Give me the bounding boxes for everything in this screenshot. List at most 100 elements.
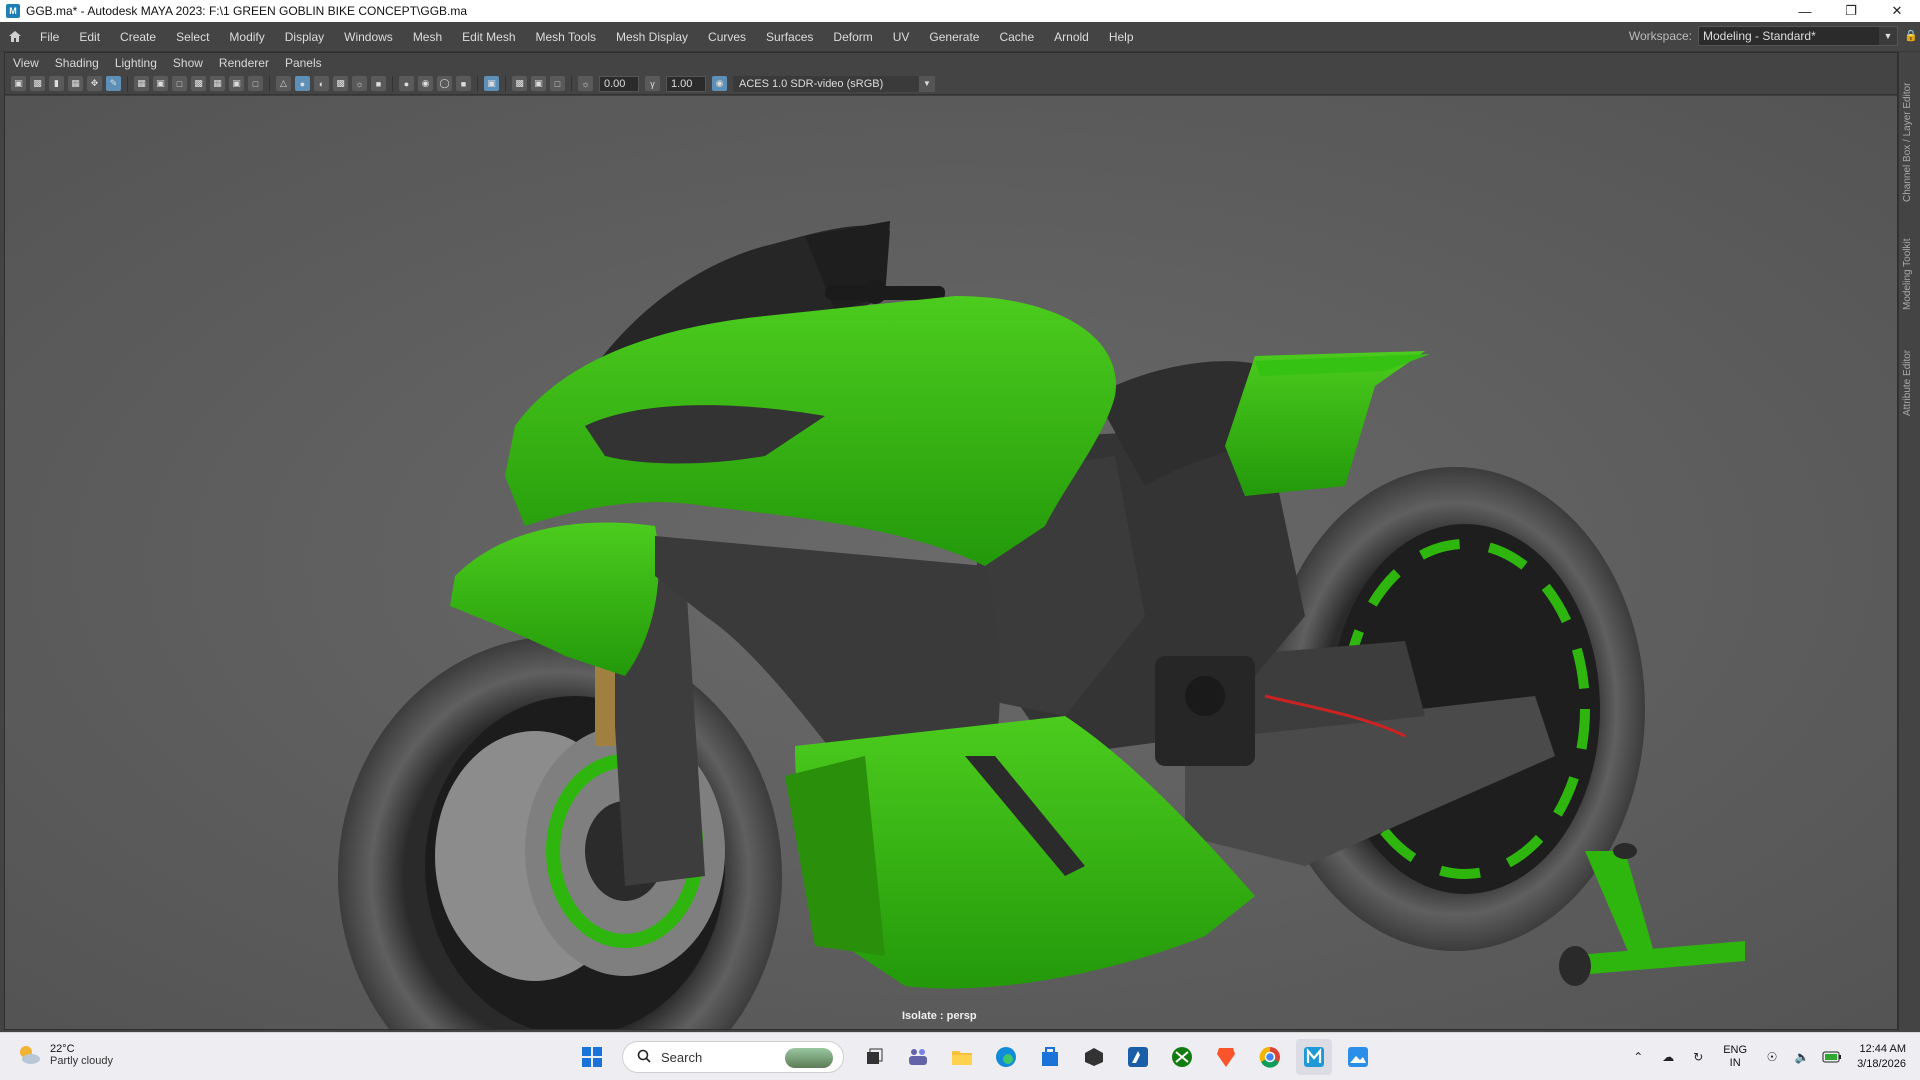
workspace-dropdown[interactable]: Modeling - Standard* ▼ — [1698, 26, 1898, 46]
safe-action-icon[interactable]: ▣ — [229, 76, 244, 91]
file-explorer-icon[interactable] — [944, 1039, 980, 1075]
depth-of-field-icon[interactable]: ■ — [456, 76, 471, 91]
clock-date: 3/18/2026 — [1857, 1058, 1906, 1070]
anti-aliasing-icon[interactable]: ◯ — [437, 76, 452, 91]
menu-help[interactable]: Help — [1099, 22, 1144, 52]
exposure-icon[interactable]: ☼ — [578, 76, 593, 91]
main-menu-bar: File Edit Create Select Modify Display W… — [0, 22, 1920, 52]
grease-pencil-icon[interactable]: ✎ — [106, 76, 121, 91]
chevron-up-icon[interactable]: ⌃ — [1628, 1047, 1648, 1067]
view-transform-dropdown[interactable]: ACES 1.0 SDR-video (sRGB) ▼ — [733, 75, 935, 92]
gate-mask-icon[interactable]: ▩ — [191, 76, 206, 91]
panel-menu-panels[interactable]: Panels — [277, 56, 330, 70]
photos-icon[interactable] — [1340, 1039, 1376, 1075]
maya-lt-icon[interactable] — [1120, 1039, 1156, 1075]
close-button[interactable]: ✕ — [1874, 0, 1920, 22]
right-side-tabs: Channel Box / Layer Editor Modeling Tool… — [1898, 52, 1920, 1030]
taskbar-search[interactable]: Search — [622, 1041, 844, 1073]
panel-menu-view[interactable]: View — [5, 56, 47, 70]
chrome-icon[interactable] — [1252, 1039, 1288, 1075]
teams-icon[interactable] — [900, 1039, 936, 1075]
menu-deform[interactable]: Deform — [823, 22, 882, 52]
unity-icon[interactable] — [1076, 1039, 1112, 1075]
task-view-icon[interactable] — [856, 1039, 892, 1075]
menu-uv[interactable]: UV — [883, 22, 920, 52]
xray-joints-icon[interactable]: ▣ — [531, 76, 546, 91]
camera-attributes-icon[interactable]: ▩ — [30, 76, 45, 91]
menu-mesh[interactable]: Mesh — [403, 22, 452, 52]
xray-components-icon[interactable]: □ — [550, 76, 565, 91]
system-tray: ⌃ ☁ ↻ ENG IN ☉ 🔈 12:44 AM 3/18/2026 — [1623, 1033, 1920, 1080]
search-highlight-image — [785, 1048, 833, 1068]
viewport-panel: View Shading Lighting Show Renderer Pane… — [4, 52, 1898, 1030]
minimize-button[interactable]: — — [1782, 0, 1828, 22]
ambient-occlusion-icon[interactable]: ● — [399, 76, 414, 91]
image-plane-icon[interactable]: ▦ — [68, 76, 83, 91]
panel-menu-renderer[interactable]: Renderer — [211, 56, 277, 70]
gamma-field[interactable]: 1.00 — [666, 75, 706, 92]
globe-icon[interactable]: ☉ — [1762, 1047, 1782, 1067]
speaker-icon[interactable]: 🔈 — [1792, 1047, 1812, 1067]
xbox-icon[interactable] — [1164, 1039, 1200, 1075]
menu-file[interactable]: File — [30, 22, 69, 52]
color-management-icon[interactable]: ◉ — [712, 76, 727, 91]
isolate-select-icon[interactable]: ▣ — [484, 76, 499, 91]
window-title: GGB.ma* - Autodesk MAYA 2023: F:\1 GREEN… — [26, 4, 468, 18]
menu-create[interactable]: Create — [110, 22, 166, 52]
panel-menu-show[interactable]: Show — [165, 56, 211, 70]
menu-edit[interactable]: Edit — [69, 22, 110, 52]
menu-curves[interactable]: Curves — [698, 22, 756, 52]
exposure-field[interactable]: 0.00 — [599, 75, 639, 92]
menu-surfaces[interactable]: Surfaces — [756, 22, 823, 52]
menu-edit-mesh[interactable]: Edit Mesh — [452, 22, 525, 52]
menu-arnold[interactable]: Arnold — [1044, 22, 1099, 52]
maya-app-icon: M — [6, 4, 20, 18]
start-button[interactable] — [574, 1039, 610, 1075]
language-indicator[interactable]: ENG IN — [1723, 1044, 1747, 1070]
menu-mesh-display[interactable]: Mesh Display — [606, 22, 698, 52]
camera-select-icon[interactable]: ▣ — [11, 76, 26, 91]
wireframe-icon[interactable]: △ — [276, 76, 291, 91]
safe-title-icon[interactable]: □ — [248, 76, 263, 91]
textured-icon[interactable]: ▩ — [333, 76, 348, 91]
cloud-off-icon[interactable]: ☁ — [1658, 1047, 1678, 1067]
menu-cache[interactable]: Cache — [989, 22, 1044, 52]
xray-icon[interactable]: ▩ — [512, 76, 527, 91]
battery-icon[interactable] — [1822, 1047, 1842, 1067]
menu-display[interactable]: Display — [275, 22, 334, 52]
shadows-icon[interactable]: ■ — [371, 76, 386, 91]
lock-icon[interactable]: 🔒 — [1904, 29, 1918, 43]
tab-attribute-editor[interactable]: Attribute Editor — [1902, 326, 1913, 416]
panel-menu-shading[interactable]: Shading — [47, 56, 107, 70]
use-all-lights-icon[interactable]: ☼ — [352, 76, 367, 91]
menu-mesh-tools[interactable]: Mesh Tools — [526, 22, 606, 52]
edge-icon[interactable] — [988, 1039, 1024, 1075]
3d-viewport[interactable] — [5, 96, 1897, 1029]
field-chart-icon[interactable]: ▦ — [210, 76, 225, 91]
weather-widget[interactable]: 22°C Partly cloudy — [16, 1042, 113, 1068]
menu-windows[interactable]: Windows — [334, 22, 403, 52]
bookmark-icon[interactable]: ▮ — [49, 76, 64, 91]
2d-pan-zoom-icon[interactable]: ✥ — [87, 76, 102, 91]
motion-blur-icon[interactable]: ◉ — [418, 76, 433, 91]
tab-modeling-toolkit[interactable]: Modeling Toolkit — [1902, 220, 1913, 310]
menu-select[interactable]: Select — [166, 22, 219, 52]
home-icon[interactable] — [0, 22, 30, 52]
menu-generate[interactable]: Generate — [919, 22, 989, 52]
store-icon[interactable] — [1032, 1039, 1068, 1075]
smooth-shade-icon[interactable]: ● — [295, 76, 310, 91]
film-gate-icon[interactable]: ▣ — [153, 76, 168, 91]
brave-icon[interactable] — [1208, 1039, 1244, 1075]
tab-channel-box[interactable]: Channel Box / Layer Editor — [1902, 62, 1913, 202]
window-controls: — ❐ ✕ — [1782, 0, 1920, 22]
system-clock[interactable]: 12:44 AM 3/18/2026 — [1857, 1042, 1906, 1072]
wireframe-on-shaded-icon[interactable]: ◐ — [314, 76, 329, 91]
grid-icon[interactable]: ▦ — [134, 76, 149, 91]
maya-icon[interactable] — [1296, 1039, 1332, 1075]
resolution-gate-icon[interactable]: □ — [172, 76, 187, 91]
gamma-icon[interactable]: γ — [645, 76, 660, 91]
panel-menu-lighting[interactable]: Lighting — [107, 56, 165, 70]
menu-modify[interactable]: Modify — [219, 22, 274, 52]
restore-button[interactable]: ❐ — [1828, 0, 1874, 22]
sync-icon[interactable]: ↻ — [1688, 1047, 1708, 1067]
